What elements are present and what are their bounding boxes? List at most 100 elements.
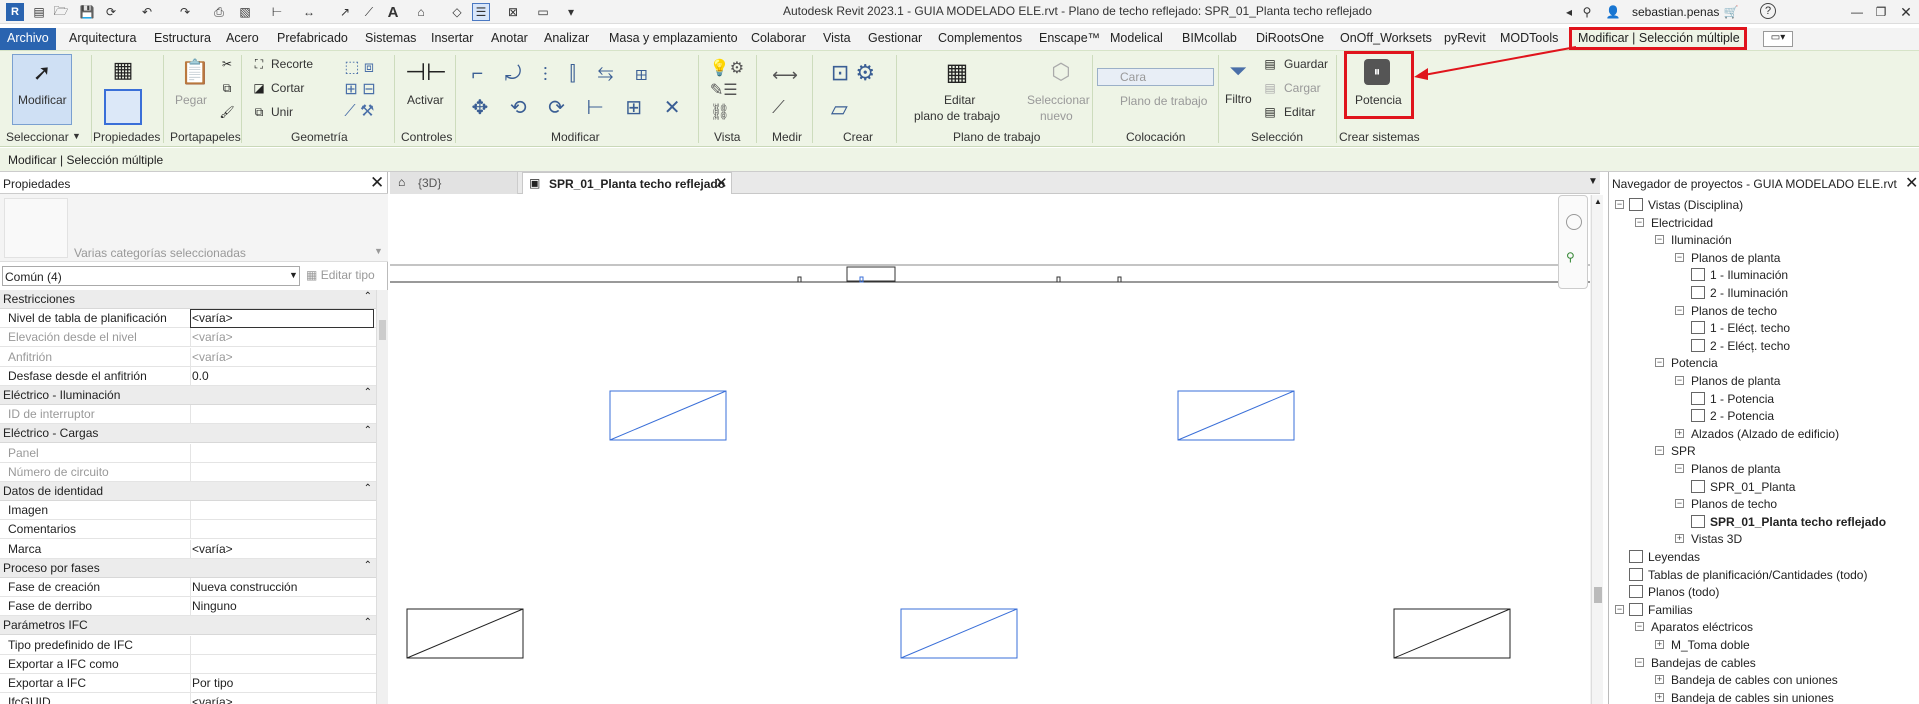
property-value[interactable]: Nueva construcción	[192, 580, 297, 594]
seleccionar-nuevo-label-1[interactable]: Seleccionar	[1027, 93, 1090, 107]
properties-icon[interactable]: ▦	[108, 55, 138, 85]
collapse-icon[interactable]: ⌃	[364, 387, 372, 398]
panel-label-seleccionar[interactable]: Seleccionar	[6, 130, 69, 144]
expand-icon[interactable]: +	[1655, 640, 1664, 649]
browser-item[interactable]: Familias	[1648, 603, 1693, 617]
seleccionar-nuevo-label-2[interactable]: nuevo	[1040, 109, 1073, 123]
cut-icon[interactable]: ✂	[218, 55, 236, 73]
browser-item[interactable]: Planos de planta	[1691, 374, 1780, 388]
scroll-up-icon[interactable]: ▲	[1594, 197, 1602, 206]
activar-label[interactable]: Activar	[407, 93, 444, 107]
paste-icon[interactable]: 📋	[180, 55, 210, 89]
editar-plano-label-2[interactable]: plano de trabajo	[914, 109, 1000, 123]
expand-icon[interactable]: +	[1655, 675, 1664, 685]
property-row[interactable]: Anfitrión <varía>	[0, 347, 376, 367]
match-type-icon[interactable]: 🖌	[218, 103, 236, 121]
save-icon[interactable]: 💾	[78, 3, 96, 21]
property-value[interactable]: <varía>	[192, 542, 233, 556]
filter-icon[interactable]: ⏷	[1226, 57, 1250, 85]
copy-icon[interactable]: ⧉	[218, 79, 236, 97]
tag-icon[interactable]: ⟋	[360, 3, 378, 21]
tab-spr-techo[interactable]: ▣ SPR_01_Planta techo reflejado ✕	[522, 172, 732, 194]
property-row[interactable]: Desfase desde el anfitrión 0.0	[0, 366, 376, 386]
type-dropdown-icon[interactable]: ▼	[374, 246, 383, 256]
property-group[interactable]: Proceso por fases ⌃	[0, 558, 376, 578]
browser-item[interactable]: 2 - Elécț. techo	[1710, 339, 1790, 353]
browser-item[interactable]: Alzados (Alzado de edificio)	[1691, 427, 1839, 441]
property-value[interactable]: Ninguno	[192, 599, 237, 613]
collapse-icon[interactable]: ⌃	[364, 291, 372, 302]
collapse-icon[interactable]: −	[1615, 604, 1624, 614]
instance-filter-select[interactable]: Común (4) ▼	[2, 266, 300, 286]
browser-item[interactable]: Potencia	[1671, 356, 1718, 370]
browser-item[interactable]: Leyendas	[1648, 550, 1700, 564]
tab-acero[interactable]: Acero	[226, 31, 259, 45]
property-row[interactable]: Fase de derribo Ninguno	[0, 597, 376, 617]
tab-colaborar[interactable]: Colaborar	[751, 31, 806, 45]
close-properties-icon[interactable]: ✕	[370, 173, 384, 193]
user-name[interactable]: sebastian.penas	[1632, 5, 1719, 19]
light-fixture-selected[interactable]	[1177, 390, 1295, 441]
outlet-marker[interactable]	[1117, 276, 1122, 283]
cut-geometry-icon[interactable]: ◪	[250, 79, 268, 97]
tab-masa[interactable]: Masa y emplazamiento	[609, 31, 738, 45]
collapse-icon[interactable]: −	[1655, 358, 1664, 368]
drawing-canvas[interactable]: ⚲	[390, 195, 1600, 704]
view-tools-icon[interactable]: 💡⚙ ✎☰ ⛓	[700, 55, 754, 127]
measure-icon[interactable]: ⊢	[268, 3, 286, 21]
collapse-icon[interactable]: −	[1615, 200, 1624, 209]
collapse-icon[interactable]: −	[1655, 446, 1664, 456]
activate-controls-icon[interactable]: ⊣⊢	[405, 55, 447, 89]
tab-prefabricado[interactable]: Prefabricado	[277, 31, 348, 45]
guardar-label[interactable]: Guardar	[1284, 57, 1328, 71]
open-file-icon[interactable]: ▤	[30, 3, 48, 21]
property-row[interactable]: Exportar a IFC Por tipo	[0, 674, 376, 693]
section-icon[interactable]: ◇	[448, 3, 466, 21]
tab-onoff-worksets[interactable]: OnOff_Worksets	[1340, 31, 1432, 45]
property-value[interactable]: 0.0	[192, 369, 209, 383]
collapse-icon[interactable]: ⌃	[364, 425, 372, 436]
binoculars-icon[interactable]: ⚲	[1578, 3, 1596, 21]
property-row[interactable]: Elevación desde el nivel <varía>	[0, 328, 376, 348]
editar-plano-label-1[interactable]: Editar	[944, 93, 975, 107]
expand-icon[interactable]: +	[1675, 534, 1684, 544]
undo-icon[interactable]: ↶	[138, 3, 156, 21]
restore-icon[interactable]: ❐	[1872, 3, 1890, 21]
seleccionar-dropdown-icon[interactable]: ▼	[72, 131, 81, 141]
cara-label[interactable]: Cara	[1120, 70, 1146, 84]
property-row[interactable]: Comentarios	[0, 520, 376, 540]
property-row[interactable]: Imagen	[0, 501, 376, 521]
browser-item[interactable]: Bandejas de cables	[1651, 656, 1756, 670]
browser-item[interactable]: SPR	[1671, 444, 1696, 458]
collapse-icon[interactable]: ⌃	[364, 560, 372, 571]
print-icon[interactable]: ⎙	[210, 3, 228, 21]
property-row[interactable]: Marca <varía>	[0, 539, 376, 559]
close-tab-icon[interactable]: ✕	[715, 174, 728, 192]
browser-item[interactable]: Planos de planta	[1691, 251, 1780, 265]
property-row[interactable]: ID de interruptor	[0, 405, 376, 425]
tab-bimcollab[interactable]: BIMcollab	[1182, 31, 1237, 45]
ribbon-toggle-icon[interactable]: ▭▾	[1763, 31, 1793, 47]
property-row[interactable]: Número de circuito	[0, 462, 376, 482]
customize-qat-icon[interactable]: ▾	[562, 3, 580, 21]
plano-trabajo-label[interactable]: Plano de trabajo	[1120, 94, 1207, 108]
tab-modificar-seleccion-multiple-label[interactable]: Modificar | Selección múltiple	[1578, 31, 1740, 45]
property-group[interactable]: Parámetros IFC ⌃	[0, 616, 376, 636]
user-icon[interactable]: 👤	[1604, 3, 1622, 21]
geometry-tools-icon[interactable]: ⬚ ⧈ ⊞ ⊟ ⟋ ⚒	[330, 55, 390, 125]
unir-label[interactable]: Unir	[271, 105, 293, 119]
collapse-icon[interactable]: −	[1675, 464, 1684, 473]
browser-item[interactable]: Bandeja de cables con uniones	[1671, 673, 1838, 687]
revit-logo-icon[interactable]: R	[6, 3, 24, 21]
browser-item[interactable]: Aparatos eléctricos	[1651, 620, 1753, 634]
browser-item[interactable]: Electricidad	[1651, 216, 1713, 230]
filtro-label[interactable]: Filtro	[1225, 92, 1252, 106]
property-row[interactable]: Nivel de tabla de planificación <varía>	[0, 309, 376, 329]
collapse-icon[interactable]: −	[1675, 499, 1684, 509]
type-selector[interactable]: Varias categorías seleccionadas ▼	[0, 194, 388, 262]
measure-tools-icon[interactable]: ⟷ ⟋	[760, 55, 810, 127]
edit-selection-icon[interactable]: ▤	[1262, 104, 1278, 120]
close-hidden-icon[interactable]: ⊠	[504, 3, 522, 21]
steering-wheel-icon[interactable]	[1566, 214, 1582, 230]
expand-icon[interactable]: +	[1675, 428, 1684, 438]
